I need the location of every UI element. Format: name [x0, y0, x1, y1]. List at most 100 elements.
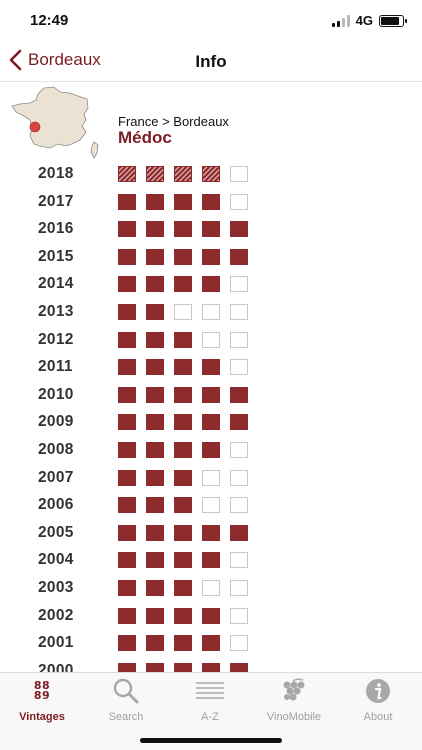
vintage-row[interactable]: 2018 — [0, 160, 422, 188]
rating-square-filled — [118, 193, 136, 210]
rating-square-filled — [118, 276, 136, 293]
vintage-row[interactable]: 2000 — [0, 657, 422, 672]
rating-square-filled — [146, 276, 164, 293]
france-map-icon — [11, 86, 99, 159]
vintage-row[interactable]: 2001 — [0, 629, 422, 657]
rating-square-filled — [230, 386, 248, 403]
vintage-year: 2000 — [38, 661, 74, 672]
vintage-year: 2012 — [38, 330, 74, 348]
rating-square-empty — [230, 359, 248, 376]
rating-square-filled — [202, 386, 220, 403]
rating-square-filled — [118, 221, 136, 238]
rating-square-filled — [174, 386, 192, 403]
rating-square-filled — [146, 442, 164, 458]
rating-square-empty — [230, 552, 248, 569]
tab-a-z[interactable]: A-Z — [168, 677, 252, 725]
vintage-row[interactable]: 2007 — [0, 464, 422, 492]
rating-square-filled — [146, 414, 164, 431]
rating-square-filled — [174, 359, 192, 376]
tab-about[interactable]: About — [336, 677, 420, 725]
rating-square-filled — [174, 331, 192, 348]
rating-square-filled — [174, 193, 192, 210]
rating-square-filled — [146, 524, 164, 541]
rating-square-filled — [146, 469, 164, 486]
vintage-row[interactable]: 2016 — [0, 215, 422, 243]
region-breadcrumb: France > Bordeaux — [118, 114, 229, 129]
rating-square-filled — [118, 442, 136, 458]
rating-square-filled — [174, 662, 192, 672]
vintage-year: 2001 — [38, 634, 74, 652]
vintage-row[interactable]: 2005 — [0, 519, 422, 547]
vintage-row[interactable]: 2013 — [0, 298, 422, 326]
tab-label: About — [363, 711, 393, 723]
status-time: 12:49 — [30, 12, 69, 29]
rating-square-filled — [146, 580, 164, 596]
rating-square-empty — [230, 469, 248, 486]
rating-square-filled — [174, 607, 192, 624]
rating-square-filled — [174, 635, 192, 652]
vintage-row[interactable]: 2004 — [0, 546, 422, 574]
rating-square-filled — [202, 193, 220, 210]
tab-vinomobile[interactable]: VinoMobile — [252, 677, 336, 725]
tab-label: Vintages — [19, 711, 65, 723]
rating-square-filled — [230, 221, 248, 238]
rating-square-filled — [174, 580, 192, 596]
vintage-row[interactable]: 2002 — [0, 602, 422, 630]
rating-square-empty — [230, 497, 248, 514]
rating-square-filled — [146, 166, 164, 182]
rating-square-filled — [118, 635, 136, 652]
rating-square-empty — [202, 304, 220, 320]
rating-square-empty — [202, 469, 220, 486]
vintage-row[interactable]: 2006 — [0, 491, 422, 519]
rating-square-filled — [174, 524, 192, 541]
rating-square-empty — [202, 331, 220, 348]
rating-square-filled — [174, 248, 192, 265]
rating-square-filled — [146, 359, 164, 376]
vintage-year: 2014 — [38, 275, 74, 293]
rating-square-filled — [202, 359, 220, 376]
vintage-year: 2009 — [38, 413, 74, 431]
rating-square-filled — [202, 635, 220, 652]
rating-square-filled — [118, 552, 136, 569]
rating-square-empty — [174, 304, 192, 320]
rating-square-filled — [146, 221, 164, 238]
vintage-row[interactable]: 2012 — [0, 326, 422, 354]
rating-square-filled — [118, 304, 136, 320]
rating-square-filled — [230, 524, 248, 541]
rating-square-filled — [230, 414, 248, 431]
rating-square-filled — [118, 607, 136, 624]
rating-square-filled — [174, 552, 192, 569]
rating-square-empty — [230, 331, 248, 348]
vintage-row[interactable]: 2011 — [0, 353, 422, 381]
rating-square-filled — [174, 221, 192, 238]
rating-square-empty — [230, 304, 248, 320]
rating-square-filled — [202, 276, 220, 293]
signal-strength-icon — [331, 14, 350, 27]
vintage-row[interactable]: 2009 — [0, 408, 422, 436]
tab-vintages[interactable]: 88 89 Vintages — [0, 677, 84, 725]
vintage-row[interactable]: 2003 — [0, 574, 422, 602]
rating-square-filled — [174, 469, 192, 486]
tab-search[interactable]: Search — [84, 677, 168, 725]
vintage-row[interactable]: 2010 — [0, 381, 422, 409]
tab-label: VinoMobile — [266, 711, 322, 723]
region-title: Médoc — [118, 128, 172, 147]
rating-square-filled — [118, 580, 136, 596]
home-indicator — [140, 738, 282, 743]
vintage-chart-content[interactable]: France > Bordeaux Médoc 2018 2017 2016 2015… — [0, 82, 422, 672]
rating-square-filled — [146, 386, 164, 403]
rating-square-filled — [174, 497, 192, 514]
rating-square-filled — [146, 304, 164, 320]
vintage-year: 2004 — [38, 551, 74, 569]
vintage-row[interactable]: 2017 — [0, 188, 422, 216]
vintage-row[interactable]: 2014 — [0, 270, 422, 298]
tab-label: Search — [108, 711, 144, 723]
rating-square-filled — [174, 414, 192, 431]
vintage-row[interactable]: 2008 — [0, 436, 422, 464]
rating-square-filled — [202, 662, 220, 672]
rating-square-empty — [230, 193, 248, 210]
vintage-row[interactable]: 2015 — [0, 243, 422, 271]
battery-icon — [379, 14, 407, 27]
rating-square-filled — [118, 331, 136, 348]
rating-square-empty — [230, 276, 248, 293]
